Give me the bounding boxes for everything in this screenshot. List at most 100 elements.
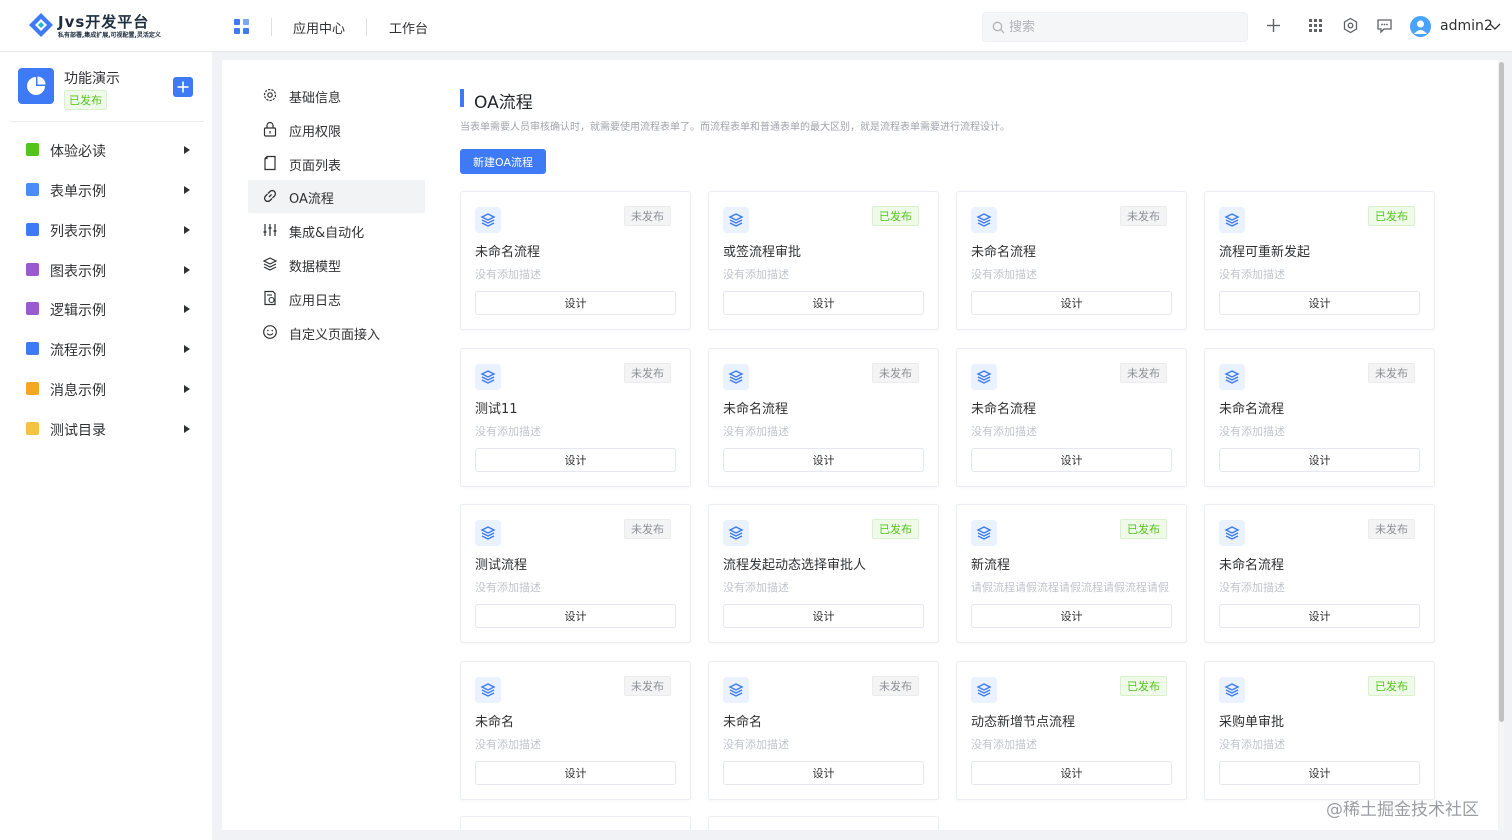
status-badge: 未发布 [872, 363, 919, 383]
card-description: 没有添加描述 [1219, 425, 1285, 438]
status-badge: 已发布 [872, 206, 919, 226]
add-button[interactable] [173, 77, 193, 97]
sidebar-item-chart-examples[interactable]: 图表示例 [0, 252, 212, 288]
message-icon[interactable] [1376, 17, 1393, 34]
status-badge: 已发布 [1368, 206, 1415, 226]
card-title: 未命名 [475, 715, 515, 730]
avatar[interactable] [1410, 16, 1431, 37]
card-icon [971, 520, 997, 546]
sidebar-item-test-directory[interactable]: 测试目录 [0, 411, 212, 447]
submenu-data-model[interactable]: 数据模型 [248, 248, 425, 281]
scrollbar-thumb[interactable] [1499, 62, 1504, 722]
card-icon [971, 207, 997, 233]
flow-card[interactable]: 未发布 未命名流程 没有添加描述 设计 [460, 191, 691, 330]
submenu-custom-page[interactable]: 自定义页面接入 [248, 316, 425, 349]
nav-app-center[interactable]: 应用中心 [293, 18, 345, 37]
link-icon [263, 189, 277, 203]
design-button[interactable]: 设计 [475, 291, 676, 315]
nav-workbench[interactable]: 工作台 [389, 18, 428, 37]
new-oa-flow-button[interactable]: 新建OA流程 [460, 149, 546, 174]
submenu-app-permissions[interactable]: 应用权限 [248, 113, 425, 146]
caret-right-icon [184, 305, 190, 313]
flow-card[interactable]: 未发布 未命名流程 没有添加描述 设计 [1204, 504, 1435, 643]
card-title: 采购单审批 [1219, 715, 1285, 730]
submenu-app-log[interactable]: 应用日志 [248, 282, 425, 315]
submenu-label: 应用权限 [289, 125, 342, 140]
flow-card[interactable]: 未发布 测试流程 没有添加描述 设计 [460, 504, 691, 643]
card-icon [1219, 207, 1245, 233]
logo-title: Jvs开发平台 [58, 13, 150, 31]
caret-right-icon [184, 345, 190, 353]
sidebar-item-label: 表单示例 [50, 184, 106, 200]
layers-icon [728, 683, 744, 697]
design-button[interactable]: 设计 [723, 448, 924, 472]
flow-card[interactable]: 已发布 新流程 请假流程请假流程请假流程请假流程请假 设计 [956, 504, 1187, 643]
sidebar-item-flow-examples[interactable]: 流程示例 [0, 331, 212, 367]
chevron-down-icon[interactable] [1489, 22, 1501, 32]
app-grid-icon[interactable] [234, 19, 249, 34]
design-button[interactable]: 设计 [971, 761, 1172, 785]
flow-card[interactable]: 未发布 未命名流程 没有添加描述 设计 [1204, 348, 1435, 487]
design-button[interactable]: 设计 [723, 291, 924, 315]
design-button[interactable]: 设计 [475, 604, 676, 628]
sidebar-item-list-examples[interactable]: 列表示例 [0, 212, 212, 248]
card-icon [723, 677, 749, 703]
design-button[interactable]: 设计 [971, 448, 1172, 472]
sidebar-item-form-examples[interactable]: 表单示例 [0, 172, 212, 208]
flow-card[interactable]: 已发布 流程发起动态选择审批人 没有添加描述 设计 [708, 504, 939, 643]
settings-icon[interactable] [1342, 17, 1359, 34]
flow-card[interactable]: 未发布 测试11 没有添加描述 设计 [460, 348, 691, 487]
left-sidebar: 功能演示 已发布 体验必读 表单示例 列表示例 图表示例 逻辑示例 流程示例 消… [0, 52, 212, 840]
submenu-oa-flow[interactable]: OA流程 [248, 180, 425, 213]
layers-icon [480, 213, 496, 227]
header-divider [271, 18, 272, 36]
design-button[interactable]: 设计 [971, 291, 1172, 315]
submenu-basic-info[interactable]: 基础信息 [248, 79, 425, 112]
design-button[interactable]: 设计 [723, 761, 924, 785]
plus-icon[interactable] [1265, 17, 1282, 34]
flow-card[interactable]: 已发布 采购单审批 没有添加描述 设计 [1204, 661, 1435, 800]
status-badge: 未发布 [624, 676, 671, 696]
design-button[interactable]: 设计 [1219, 448, 1420, 472]
footer-watermark: @稀土掘金技术社区 [1326, 800, 1479, 820]
design-button[interactable]: 设计 [723, 604, 924, 628]
card-title: 或签流程审批 [723, 245, 802, 260]
flow-card[interactable]: 未发布 未命名 没有添加描述 设计 [708, 661, 939, 800]
flow-card[interactable]: 已发布 或签流程审批 没有添加描述 设计 [708, 191, 939, 330]
card-description: 没有添加描述 [475, 738, 541, 751]
username[interactable]: admin2 [1440, 18, 1493, 34]
layers-icon [480, 683, 496, 697]
card-icon [1219, 677, 1245, 703]
design-button[interactable]: 设计 [475, 761, 676, 785]
submenu-label: 页面列表 [289, 159, 342, 174]
search-box[interactable] [982, 12, 1248, 42]
design-button[interactable]: 设计 [971, 604, 1172, 628]
layers-icon [480, 370, 496, 384]
layers-icon [728, 370, 744, 384]
flow-card[interactable]: 未发布 未命名流程 没有添加描述 设计 [956, 191, 1187, 330]
submenu-integration[interactable]: 集成&自动化 [248, 214, 425, 247]
sidebar-item-label: 流程示例 [50, 343, 106, 359]
card-title: 动态新增节点流程 [971, 715, 1076, 730]
sidebar-item-message-examples[interactable]: 消息示例 [0, 371, 212, 407]
card-description: 没有添加描述 [971, 738, 1037, 751]
design-button[interactable]: 设计 [1219, 291, 1420, 315]
submenu-label: OA流程 [289, 192, 334, 207]
grid-menu-icon[interactable] [1307, 17, 1324, 34]
sidebar-item-experience[interactable]: 体验必读 [0, 132, 212, 168]
design-button[interactable]: 设计 [475, 448, 676, 472]
flow-card[interactable]: 已发布 动态新增节点流程 没有添加描述 设计 [956, 661, 1187, 800]
card-description: 没有添加描述 [971, 425, 1037, 438]
sidebar-item-label: 列表示例 [50, 224, 106, 240]
flow-card[interactable]: 已发布 流程可重新发起 没有添加描述 设计 [1204, 191, 1435, 330]
sidebar-item-logic-examples[interactable]: 逻辑示例 [0, 291, 212, 327]
card-description: 没有添加描述 [475, 268, 541, 281]
flow-card[interactable]: 未发布未命名没有添加描述设计 [460, 661, 691, 800]
submenu-page-list[interactable]: 页面列表 [248, 147, 425, 180]
flow-card[interactable]: 未发布 未命名流程 没有添加描述 设计 [708, 348, 939, 487]
design-button[interactable]: 设计 [1219, 604, 1420, 628]
flow-card[interactable]: 未发布 未命名流程 没有添加描述 设计 [956, 348, 1187, 487]
search-input[interactable] [1009, 17, 1239, 37]
logo[interactable]: Jvs开发平台 私有部署,集成扩展,可视配置,灵活定义 [28, 10, 188, 42]
design-button[interactable]: 设计 [1219, 761, 1420, 785]
